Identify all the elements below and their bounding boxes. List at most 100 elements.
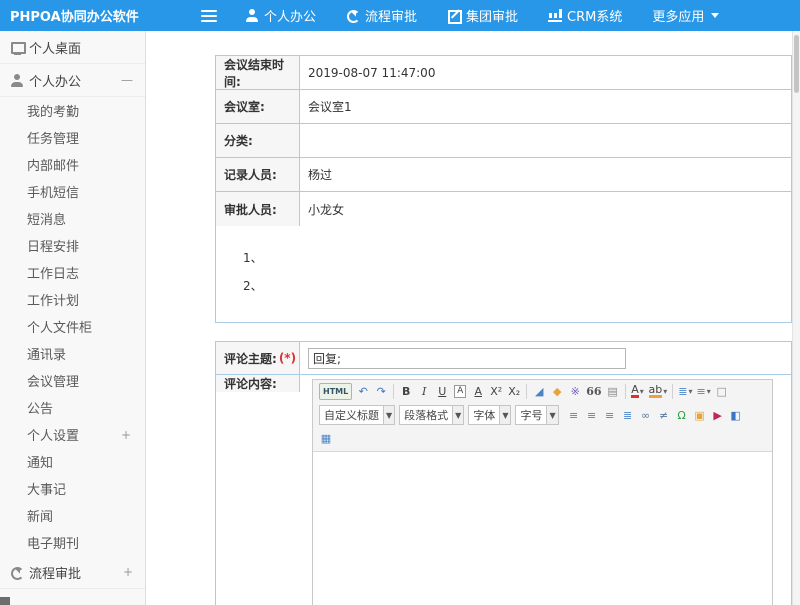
expand-icon[interactable]: +	[121, 428, 131, 442]
underline-icon[interactable]: U▾	[434, 382, 450, 401]
field-value: 会议室1	[300, 90, 791, 123]
sidebar-item-work-plan[interactable]: 工作计划	[0, 286, 145, 313]
meeting-detail-table: 会议结束时间: 2019-08-07 11:47:00 会议室: 会议室1 分类…	[215, 55, 792, 323]
html-source-button[interactable]: HTML▾	[318, 382, 353, 401]
nav-more-apps[interactable]: 更多应用	[652, 6, 719, 25]
sidebar-item-label: 会议管理	[27, 371, 79, 390]
italic-icon[interactable]: I▾	[416, 382, 432, 401]
rich-text-editor: HTML▾ ↶▾ ↷▾ ▾ B▾ I▾	[312, 379, 773, 605]
pagebreak-icon[interactable]: ▤▾	[605, 382, 621, 401]
superscript-icon[interactable]: X²▾	[488, 382, 504, 401]
sidebar-item-news[interactable]: 新闻	[0, 502, 145, 529]
font-border-icon[interactable]: A▾	[470, 382, 486, 401]
table-row: 分类:	[216, 124, 791, 158]
comment-content-row: 评论内容: HTML▾ ↶▾ ↷▾ ▾	[216, 375, 791, 605]
unlink-icon[interactable]: ≠▾	[656, 406, 672, 425]
bullet-list-icon[interactable]: ≡▾	[696, 382, 712, 401]
sidebar-item-personal-settings[interactable]: 个人设置 +	[0, 421, 145, 448]
editor-content-area[interactable]	[313, 452, 772, 605]
scrollbar-thumb[interactable]	[794, 35, 799, 93]
bold-icon[interactable]: B▾	[398, 382, 414, 401]
paragraph-format-select[interactable]: 段落格式▼	[399, 405, 464, 425]
field-label: 记录人员:	[216, 158, 300, 191]
editor-select-group: 自定义标题▼ 段落格式▼ 字体▼ 字号▼	[317, 405, 561, 425]
sidebar-item-file-cabinet[interactable]: 个人文件柜	[0, 313, 145, 340]
align-left-icon[interactable]: ≡▾	[566, 406, 582, 425]
sidebar-item-contacts[interactable]: 通讯录	[0, 340, 145, 367]
sidebar-item-personal-office[interactable]: 个人办公 —	[0, 64, 145, 97]
sidebar-item-major-events[interactable]: 大事记	[0, 475, 145, 502]
auto-clean-icon[interactable]: ※▾	[567, 382, 583, 401]
sidebar-item-tasks[interactable]: 任务管理	[0, 124, 145, 151]
nav-label: CRM系统	[567, 6, 622, 25]
font-family-select[interactable]: 字体▼	[468, 405, 511, 425]
meeting-content-block: 1、 2、	[216, 226, 791, 322]
table-row: 记录人员: 杨过	[216, 158, 791, 192]
new-document-icon[interactable]: □▾	[714, 382, 730, 401]
app-logo[interactable]: PHPOA协同办公软件	[0, 6, 146, 25]
sidebar-item-announcements[interactable]: 公告	[0, 394, 145, 421]
sidebar-section-label: 个人办公	[29, 71, 81, 90]
highlight-color-icon[interactable]: ab▾	[648, 382, 669, 401]
nav-workflow-approval[interactable]: 流程审批	[346, 6, 417, 25]
sidebar-section-label: 流程审批	[29, 563, 81, 582]
sidebar-item-label: 通知	[27, 452, 53, 471]
table-icon[interactable]: ▦▾	[318, 429, 334, 448]
comment-subject-input[interactable]	[308, 348, 626, 369]
undo-icon[interactable]: ↶▾	[355, 382, 371, 401]
align-right-icon[interactable]: ≡▾	[602, 406, 618, 425]
sidebar-item-label: 新闻	[27, 506, 53, 525]
sidebar-item-label: 短消息	[27, 209, 66, 228]
blockquote-icon[interactable]: 66▾	[585, 382, 602, 401]
dropdown-arrow-icon: ▾	[689, 387, 693, 396]
nav-group-approval[interactable]: 集团审批	[447, 6, 518, 25]
sidebar-item-personal-desktop[interactable]: 个人桌面	[0, 31, 145, 64]
sidebar-item-meeting-management[interactable]: 会议管理	[0, 367, 145, 394]
dropdown-arrow-icon: ▾	[663, 387, 667, 396]
sidebar-item-short-message[interactable]: 短消息	[0, 205, 145, 232]
collapse-icon[interactable]: —	[121, 73, 133, 87]
editor-icon-group: ≡▾ ≡▾ ≡▾ ≣▾ ∞▾ ≠▾	[565, 406, 745, 425]
sidebar-item-label: 电子期刊	[27, 533, 79, 552]
meeting-detail-view: 会议结束时间: 2019-08-07 11:47:00 会议室: 会议室1 分类…	[215, 55, 792, 605]
sidebar-item-notifications[interactable]: 通知	[0, 448, 145, 475]
media-icon[interactable]: ▶▾	[710, 406, 726, 425]
numbered-list-icon[interactable]: ≣▾	[677, 382, 693, 401]
font-background-icon[interactable]: A▾	[452, 382, 468, 401]
nav-crm-system[interactable]: CRM系统	[548, 6, 622, 25]
format-painter-icon[interactable]: ◆▾	[549, 382, 565, 401]
image-icon[interactable]: ▣▾	[692, 406, 708, 425]
menu-toggle-button[interactable]	[201, 7, 217, 25]
sidebar-item-work-log[interactable]: 工作日志	[0, 259, 145, 286]
justify-icon[interactable]: ≣▾	[620, 406, 636, 425]
panel-gap	[215, 323, 792, 341]
expand-icon[interactable]: +	[123, 565, 133, 579]
sidebar-item-attendance[interactable]: 我的考勤	[0, 97, 145, 124]
sidebar-item-label: 通讯录	[27, 344, 66, 363]
heading-select[interactable]: 自定义标题▼	[319, 405, 395, 425]
toolbar-separator: ▾	[672, 384, 673, 399]
save-icon[interactable]: ◧▾	[728, 406, 744, 425]
sidebar-item-label: 公告	[27, 398, 53, 417]
field-label-text: 评论主题:	[224, 350, 277, 367]
sidebar-item-sms[interactable]: 手机短信	[0, 178, 145, 205]
sidebar-item-label: 个人文件柜	[27, 317, 92, 336]
sidebar-item-schedule[interactable]: 日程安排	[0, 232, 145, 259]
font-color-icon[interactable]: A▾	[630, 382, 646, 401]
sidebar-item-e-journal[interactable]: 电子期刊	[0, 529, 145, 556]
subscript-icon[interactable]: X₂▾	[506, 382, 522, 401]
hamburger-icon	[201, 10, 217, 22]
nav-personal-office[interactable]: 个人办公	[245, 6, 316, 25]
desktop-icon	[10, 41, 24, 54]
sidebar-item-internal-mail[interactable]: 内部邮件	[0, 151, 145, 178]
chart-icon	[548, 9, 562, 22]
anchor-icon[interactable]: Ω▾	[674, 406, 690, 425]
redo-icon[interactable]: ↷▾	[373, 382, 389, 401]
vertical-scrollbar[interactable]	[792, 31, 800, 605]
eraser-icon[interactable]: ◢▾	[531, 382, 547, 401]
sidebar-item-workflow-approval[interactable]: 流程审批 +	[0, 556, 145, 589]
link-icon[interactable]: ∞▾	[638, 406, 654, 425]
align-center-icon[interactable]: ≡▾	[584, 406, 600, 425]
font-size-select[interactable]: 字号▼	[515, 405, 558, 425]
toolbar-separator: ▾	[393, 384, 394, 399]
